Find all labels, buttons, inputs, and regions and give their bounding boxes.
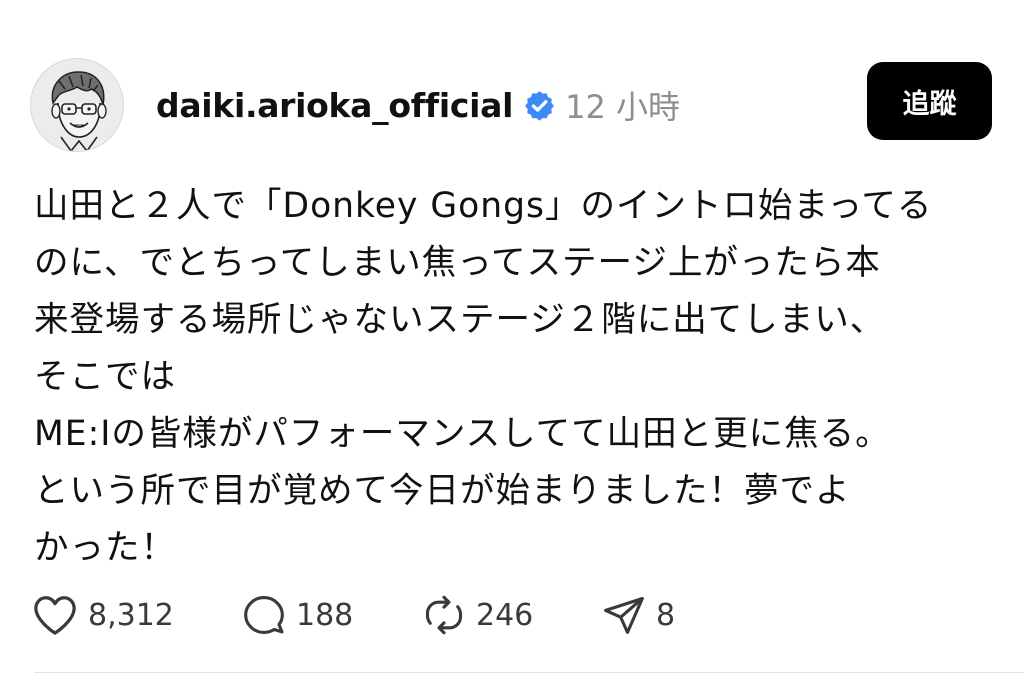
repost-count: 246 — [476, 597, 534, 633]
reply-count: 188 — [296, 597, 354, 633]
post-timestamp: 12 小時 — [565, 88, 680, 126]
follow-button[interactable]: 追蹤 — [867, 62, 992, 140]
send-icon — [602, 593, 646, 637]
avatar-illustration — [31, 59, 123, 151]
post-text-paragraph: ME:Iの皆様がパフォーマンスしてて山田と更に焦る。 という所で目が覚めて今日が… — [34, 414, 891, 568]
comment-icon — [242, 593, 286, 637]
divider — [34, 672, 1024, 673]
share-count: 8 — [656, 597, 676, 633]
repost-button[interactable]: 246 — [422, 593, 602, 637]
share-button[interactable]: 8 — [602, 593, 675, 637]
like-button[interactable]: 8,312 — [32, 593, 242, 637]
heart-icon — [32, 593, 78, 637]
like-count: 8,312 — [88, 597, 174, 633]
post-header: daiki.arioka_official 12 小時 — [156, 82, 680, 128]
thread-post: daiki.arioka_official 12 小時 追蹤 山田と２人で「Do… — [0, 0, 1024, 675]
avatar[interactable] — [30, 58, 124, 152]
username[interactable]: daiki.arioka_official — [156, 86, 513, 125]
reply-button[interactable]: 188 — [242, 593, 422, 637]
post-body: 山田と２人で「Donkey Gongs」のイントロ始まってる のに、でとちってし… — [34, 178, 984, 577]
verified-badge-icon — [523, 89, 556, 122]
post-actions: 8,312 188 246 8 — [32, 590, 675, 640]
post-text-paragraph: 山田と２人で「Donkey Gongs」のイントロ始まってる のに、でとちってし… — [34, 186, 933, 397]
repost-icon — [422, 593, 466, 637]
